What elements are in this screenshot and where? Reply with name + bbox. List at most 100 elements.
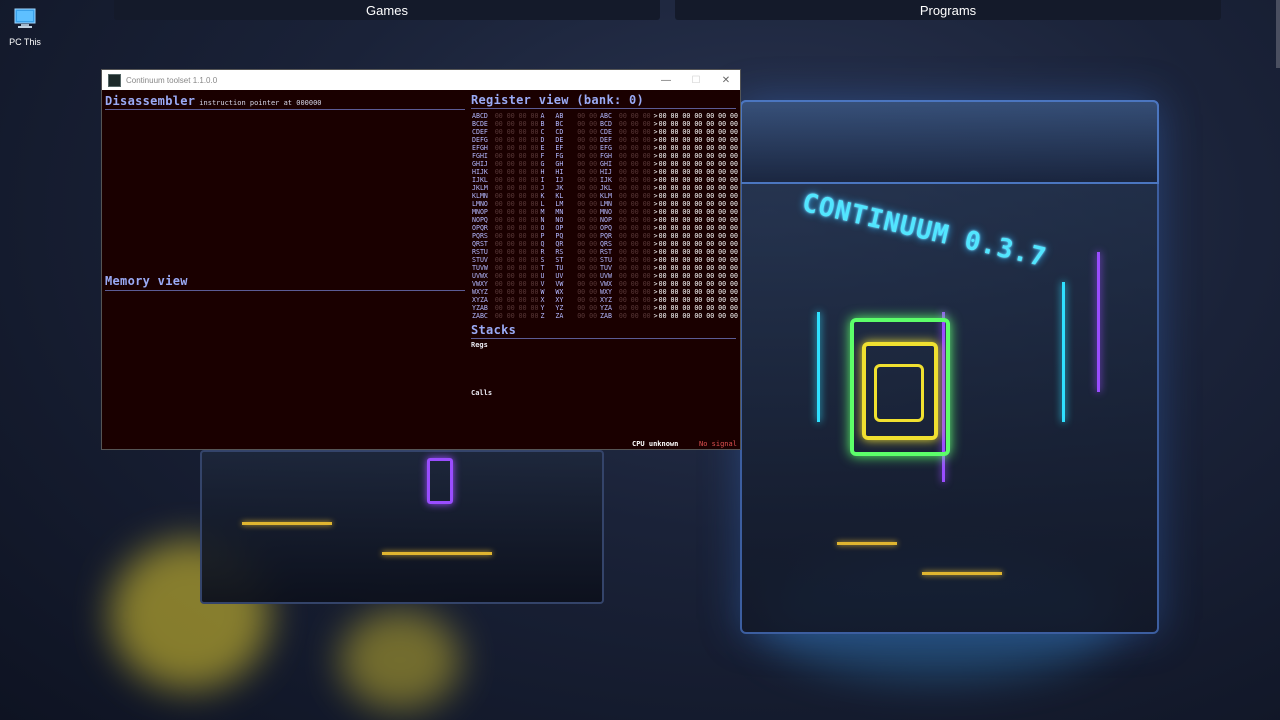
minimize-button[interactable]: — [651, 70, 681, 90]
register-name-16: VW [555, 280, 564, 288]
register-value-24: 00 00 00 [618, 136, 651, 144]
register-name-24: NOP [600, 216, 612, 224]
register-name-32: LMNO [472, 200, 488, 208]
register-extended-value: 00 00 00 00 00 00 00 [658, 248, 738, 256]
register-extended-value: 00 00 00 00 00 00 00 [658, 120, 738, 128]
register-value-16: 00 00 [577, 224, 598, 232]
register-name-32: UVWX [472, 272, 488, 280]
register-value-24: 00 00 00 [618, 312, 651, 320]
register-name-8: X [540, 296, 545, 304]
register-name-8: Y [540, 304, 545, 312]
register-value-24: 00 00 00 [618, 120, 651, 128]
window-titlebar[interactable]: Continuum toolset 1.1.0.0 — ☐ ✕ [102, 70, 740, 90]
register-value-32: 00 00 00 00 [494, 144, 539, 152]
memory-view-divider [105, 290, 465, 291]
register-row: WXYZ 00 00 00 00 W WX 00 00 WXY 00 00 00 >00 00… [472, 288, 738, 296]
app-icon [108, 73, 121, 87]
cube-large-decoration [740, 100, 1159, 634]
register-row: RSTU 00 00 00 00 R RS 00 00 RST 00 00 00 >00 00… [472, 248, 738, 256]
register-name-8: L [540, 200, 545, 208]
desktop-scrollbar[interactable] [1276, 0, 1280, 68]
register-name-16: TU [555, 264, 564, 272]
register-name-24: XYZ [600, 296, 612, 304]
register-value-16: 00 00 [577, 128, 598, 136]
register-name-16: BC [555, 120, 564, 128]
register-name-16: WX [555, 288, 564, 296]
register-name-32: HIJK [472, 168, 488, 176]
register-extended-value: 00 00 00 00 00 00 00 [658, 256, 738, 264]
register-name-32: OPQR [472, 224, 488, 232]
register-name-32: ZABC [472, 312, 488, 320]
register-name-16: RS [555, 248, 564, 256]
register-name-16: NO [555, 216, 564, 224]
register-extended-value: 00 00 00 00 00 00 00 [658, 216, 738, 224]
register-row: XYZA 00 00 00 00 X XY 00 00 XYZ 00 00 00 >00 00… [472, 296, 738, 304]
register-name-8: T [540, 264, 545, 272]
register-name-32: BCDE [472, 120, 488, 128]
register-value-32: 00 00 00 00 [494, 224, 539, 232]
register-value-24: 00 00 00 [618, 224, 651, 232]
register-name-24: TUV [600, 264, 612, 272]
register-row: IJKL 00 00 00 00 I IJ 00 00 IJK 00 00 00 >00 00… [472, 176, 738, 184]
register-row: OPQR 00 00 00 00 O OP 00 00 OPQ 00 00 00 >00 00… [472, 224, 738, 232]
register-name-24: IJK [600, 176, 612, 184]
register-name-16: IJ [555, 176, 564, 184]
register-name-8: Z [540, 312, 545, 320]
close-button[interactable]: ✕ [711, 70, 741, 90]
stacks-title: Stacks [471, 323, 517, 337]
register-value-24: 00 00 00 [618, 152, 651, 160]
register-name-32: TUVW [472, 264, 488, 272]
register-value-32: 00 00 00 00 [494, 216, 539, 224]
register-name-16: PQ [555, 232, 564, 240]
games-button[interactable]: Games [114, 0, 660, 20]
register-name-24: GHI [600, 160, 612, 168]
register-extended-value: 00 00 00 00 00 00 00 [658, 152, 738, 160]
register-row: GHIJ 00 00 00 00 G GH 00 00 GHI 00 00 00 >00 00… [472, 160, 738, 168]
register-name-16: DE [555, 136, 564, 144]
register-row: KLMN 00 00 00 00 K KL 00 00 KLM 00 00 00 >00 00… [472, 192, 738, 200]
register-name-32: JKLM [472, 184, 488, 192]
register-name-16: ZA [555, 312, 564, 320]
register-extended-value: 00 00 00 00 00 00 00 [658, 264, 738, 272]
register-name-8: C [540, 128, 545, 136]
desktop-icon-label: PC This [9, 37, 41, 47]
register-value-32: 00 00 00 00 [494, 312, 539, 320]
register-row: NOPQ 00 00 00 00 N NO 00 00 NOP 00 00 00 >00 00… [472, 216, 738, 224]
register-value-24: 00 00 00 [618, 184, 651, 192]
register-row: BCDE 00 00 00 00 B BC 00 00 BCD 00 00 00 >00 00… [472, 120, 738, 128]
register-name-8: O [540, 224, 545, 232]
register-name-24: KLM [600, 192, 612, 200]
register-value-32: 00 00 00 00 [494, 112, 539, 120]
register-row: VWXY 00 00 00 00 V VW 00 00 VWX 00 00 00 >00 00… [472, 280, 738, 288]
register-value-32: 00 00 00 00 [494, 160, 539, 168]
register-value-24: 00 00 00 [618, 240, 651, 248]
register-name-8: U [540, 272, 545, 280]
register-name-32: PQRS [472, 232, 488, 240]
register-name-16: MN [555, 208, 564, 216]
desktop-icon-pc[interactable]: PC This [6, 6, 44, 47]
register-value-32: 00 00 00 00 [494, 304, 539, 312]
register-name-8: P [540, 232, 545, 240]
register-value-16: 00 00 [577, 216, 598, 224]
register-name-16: KL [555, 192, 564, 200]
maximize-button[interactable]: ☐ [681, 70, 711, 90]
register-name-16: XY [555, 296, 564, 304]
register-name-32: NOPQ [472, 216, 488, 224]
disassembler-pane[interactable] [105, 111, 465, 271]
instruction-pointer-note: instruction pointer at 000000 [199, 99, 322, 107]
programs-button[interactable]: Programs [675, 0, 1221, 20]
register-value-16: 00 00 [577, 184, 598, 192]
register-value-24: 00 00 00 [618, 192, 651, 200]
register-extended-value: 00 00 00 00 00 00 00 [658, 280, 738, 288]
register-row: FGHI 00 00 00 00 F FG 00 00 FGH 00 00 00 >00 00… [472, 152, 738, 160]
register-name-32: YZAB [472, 304, 488, 312]
register-name-32: VWXY [472, 280, 488, 288]
register-extended-value: 00 00 00 00 00 00 00 [658, 112, 738, 120]
register-value-32: 00 00 00 00 [494, 288, 539, 296]
register-value-32: 00 00 00 00 [494, 120, 539, 128]
register-name-16: FG [555, 152, 564, 160]
register-name-24: VWX [600, 280, 612, 288]
register-name-16: CD [555, 128, 564, 136]
memory-view-pane[interactable] [105, 292, 465, 442]
register-row: TUVW 00 00 00 00 T TU 00 00 TUV 00 00 00 >00 00… [472, 264, 738, 272]
